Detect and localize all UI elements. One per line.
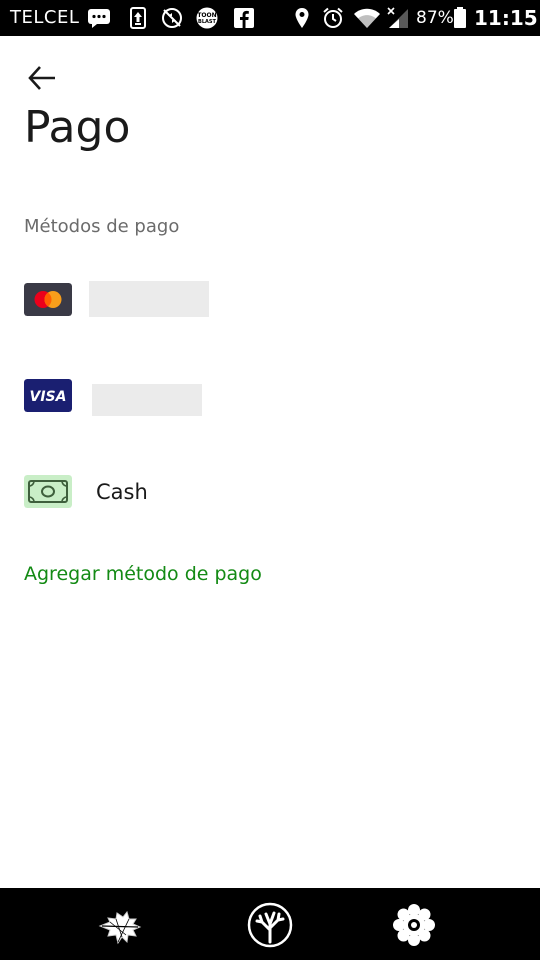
svg-text:TOON: TOON — [197, 12, 216, 19]
no-sync-icon — [162, 8, 182, 28]
section-label-payment-methods: Métodos de pago — [24, 216, 180, 237]
chat-icon — [88, 9, 110, 28]
cash-label: Cash — [96, 480, 148, 504]
card-number-redacted — [89, 281, 209, 317]
status-bar: TELCEL TOON BLAST 87% 11:15 — [0, 0, 540, 36]
svg-text:VISA: VISA — [30, 389, 67, 405]
bottom-nav-bar — [0, 888, 540, 960]
wifi-icon — [354, 8, 380, 28]
location-icon — [295, 8, 309, 28]
upload-icon — [130, 7, 146, 29]
mastercard-icon — [24, 283, 72, 316]
battery-icon — [454, 7, 466, 28]
tree-circle-icon[interactable] — [246, 902, 294, 948]
clock-time: 11:15 — [474, 6, 538, 30]
add-payment-method-link[interactable]: Agregar método de pago — [24, 563, 262, 585]
payment-method-cash[interactable]: Cash — [0, 462, 540, 522]
arrow-left-icon[interactable] — [26, 62, 58, 94]
visa-icon: VISA — [24, 379, 72, 412]
cash-icon — [24, 475, 72, 508]
toon-blast-icon: TOON BLAST — [196, 7, 218, 29]
flower-icon[interactable] — [390, 902, 438, 948]
battery-percentage: 87% — [416, 8, 454, 28]
payment-method-visa[interactable]: VISA — [0, 366, 540, 426]
carrier-name: TELCEL — [10, 7, 80, 28]
payment-screen: TELCEL TOON BLAST 87% 11:15 Pago Métodos… — [0, 0, 540, 960]
payment-method-mastercard[interactable] — [0, 270, 540, 330]
card-number-redacted — [92, 384, 202, 416]
facebook-icon — [234, 8, 254, 28]
signal-icon — [387, 7, 408, 28]
page-title: Pago — [24, 102, 131, 153]
alarm-icon — [323, 7, 343, 28]
tree-icon[interactable] — [96, 902, 144, 948]
svg-text:BLAST: BLAST — [198, 19, 216, 25]
